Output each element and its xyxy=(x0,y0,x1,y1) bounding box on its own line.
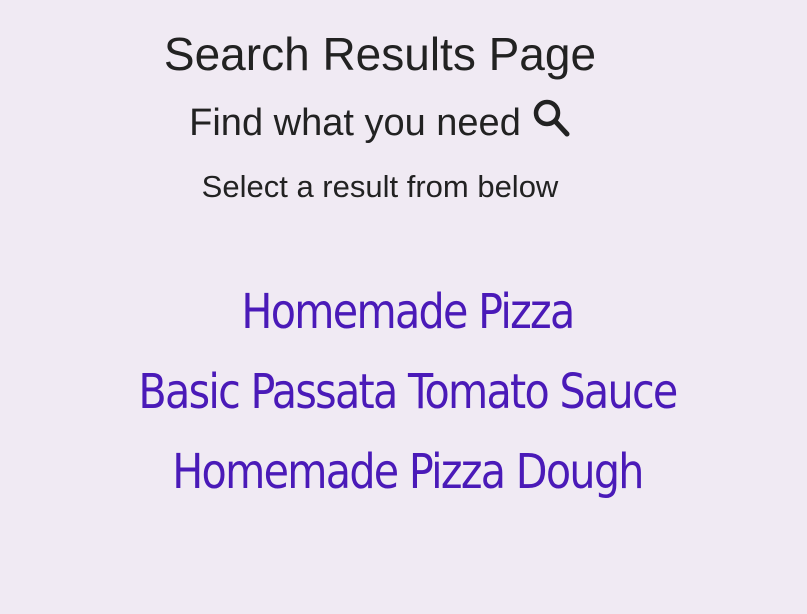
result-link-homemade-pizza[interactable]: Homemade Pizza xyxy=(57,272,758,352)
result-link-homemade-pizza-dough[interactable]: Homemade Pizza Dough xyxy=(57,432,758,512)
subtitle-text: Find what you need xyxy=(189,102,521,144)
result-item: Homemade Pizza xyxy=(0,272,807,352)
instructions-text: Select a result from below xyxy=(201,169,559,204)
page-subtitle: Find what you need xyxy=(0,98,760,150)
result-item: Homemade Pizza Dough xyxy=(0,432,807,512)
page-title: Search Results Page xyxy=(163,28,597,80)
search-icon xyxy=(531,98,571,150)
result-link-basic-passata-tomato-sauce[interactable]: Basic Passata Tomato Sauce xyxy=(57,352,758,432)
results-list: Homemade Pizza Basic Passata Tomato Sauc… xyxy=(0,272,807,512)
result-item: Basic Passata Tomato Sauce xyxy=(0,352,807,432)
